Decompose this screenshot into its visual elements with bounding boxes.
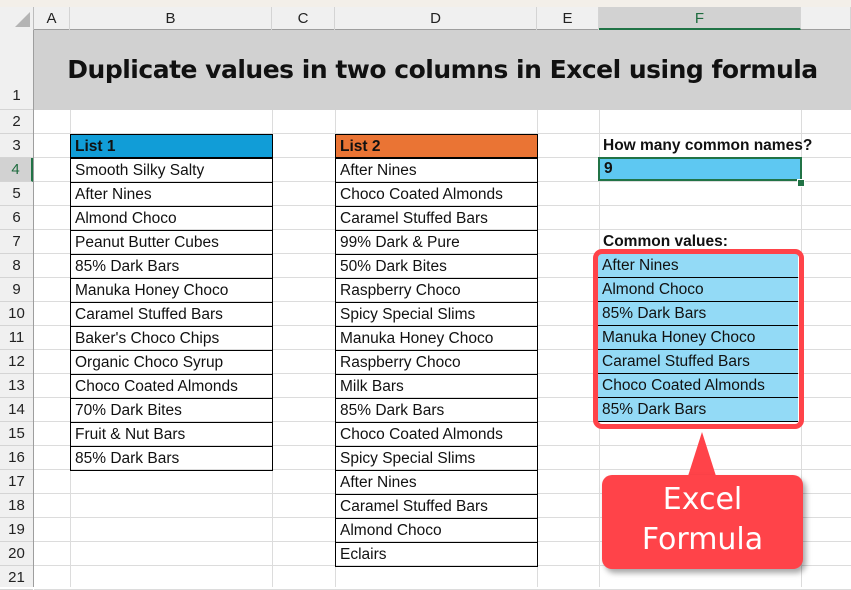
row-header-1[interactable]: 1 <box>0 30 33 110</box>
select-all-button[interactable] <box>0 7 34 30</box>
row-header-14[interactable]: 14 <box>0 398 33 422</box>
callout-pointer <box>688 432 716 476</box>
list1-cell[interactable]: After Nines <box>70 182 273 207</box>
list2-cell[interactable]: Eclairs <box>335 542 538 567</box>
row-header-6[interactable]: 6 <box>0 206 33 230</box>
row-header-11[interactable]: 11 <box>0 326 33 350</box>
list1-cell[interactable]: Fruit & Nut Bars <box>70 422 273 447</box>
row-header-17[interactable]: 17 <box>0 470 33 494</box>
list1-cell[interactable]: Smooth Silky Salty <box>70 158 273 183</box>
column-header-e[interactable]: E <box>537 7 599 30</box>
list1-cell[interactable]: 85% Dark Bars <box>70 254 273 279</box>
list1-cell[interactable]: Peanut Butter Cubes <box>70 230 273 255</box>
list1-header[interactable]: List 1 <box>70 134 273 158</box>
list2-cell[interactable]: Spicy Special Slims <box>335 446 538 471</box>
sheet-title: Duplicate values in two columns in Excel… <box>67 55 818 84</box>
fill-handle[interactable] <box>797 179 805 187</box>
column-header-c[interactable]: C <box>272 7 335 30</box>
row-header-19[interactable]: 19 <box>0 518 33 542</box>
row-header-8[interactable]: 8 <box>0 254 33 278</box>
list2-cell[interactable]: After Nines <box>335 158 538 183</box>
count-label: How many common names? <box>603 137 813 154</box>
list2-cell[interactable]: 85% Dark Bars <box>335 398 538 423</box>
row-header-21[interactable]: 21 <box>0 566 33 590</box>
column-header-d[interactable]: D <box>335 7 537 30</box>
list1-cell[interactable]: Caramel Stuffed Bars <box>70 302 273 327</box>
list2-cell[interactable]: Milk Bars <box>335 374 538 399</box>
row-header-15[interactable]: 15 <box>0 422 33 446</box>
column-header-b[interactable]: B <box>70 7 272 30</box>
list1-cell[interactable]: Organic Choco Syrup <box>70 350 273 375</box>
row-header-2[interactable]: 2 <box>0 110 33 134</box>
callout-line-2: Formula <box>641 522 764 557</box>
count-result-cell[interactable]: 9 <box>598 157 802 181</box>
row-header-12[interactable]: 12 <box>0 350 33 374</box>
list1-cell[interactable]: Choco Coated Almonds <box>70 374 273 399</box>
column-header-a[interactable]: A <box>34 7 70 30</box>
list1-cell[interactable]: Manuka Honey Choco <box>70 278 273 303</box>
formula-highlight-box <box>593 249 804 429</box>
list2-cell[interactable]: Raspberry Choco <box>335 350 538 375</box>
list2-cell[interactable]: Manuka Honey Choco <box>335 326 538 351</box>
row-header-3[interactable]: 3 <box>0 134 33 158</box>
list1-cell[interactable]: Baker's Choco Chips <box>70 326 273 351</box>
list2-cell[interactable]: Choco Coated Almonds <box>335 422 538 447</box>
row-header-9[interactable]: 9 <box>0 278 33 302</box>
row-header-4[interactable]: 4 <box>0 158 33 182</box>
list2-cell[interactable]: 99% Dark & Pure <box>335 230 538 255</box>
row-header-13[interactable]: 13 <box>0 374 33 398</box>
column-header-f[interactable]: F <box>599 7 801 30</box>
row-header-20[interactable]: 20 <box>0 542 33 566</box>
row-header-5[interactable]: 5 <box>0 182 33 206</box>
list2-cell[interactable]: Caramel Stuffed Bars <box>335 206 538 231</box>
callout-text: Excel Formula <box>602 480 803 560</box>
list2-cell[interactable]: Spicy Special Slims <box>335 302 538 327</box>
callout-line-1: Excel <box>662 482 743 517</box>
column-header-g[interactable] <box>801 7 851 30</box>
row-header-7[interactable]: 7 <box>0 230 33 254</box>
list1-cell[interactable]: 70% Dark Bites <box>70 398 273 423</box>
list2-cell[interactable]: 50% Dark Bites <box>335 254 538 279</box>
window-top-strip <box>0 0 851 7</box>
row-header-10[interactable]: 10 <box>0 302 33 326</box>
list1-cell[interactable]: 85% Dark Bars <box>70 446 273 471</box>
list2-cell[interactable]: Raspberry Choco <box>335 278 538 303</box>
list2-header[interactable]: List 2 <box>335 134 538 158</box>
row-header-18[interactable]: 18 <box>0 494 33 518</box>
row-header-16[interactable]: 16 <box>0 446 33 470</box>
list2-cell[interactable]: After Nines <box>335 470 538 495</box>
select-all-triangle-icon <box>15 12 30 27</box>
list1-cell[interactable]: Almond Choco <box>70 206 273 231</box>
list2-cell[interactable]: Caramel Stuffed Bars <box>335 494 538 519</box>
list2-cell[interactable]: Almond Choco <box>335 518 538 543</box>
list2-cell[interactable]: Choco Coated Almonds <box>335 182 538 207</box>
